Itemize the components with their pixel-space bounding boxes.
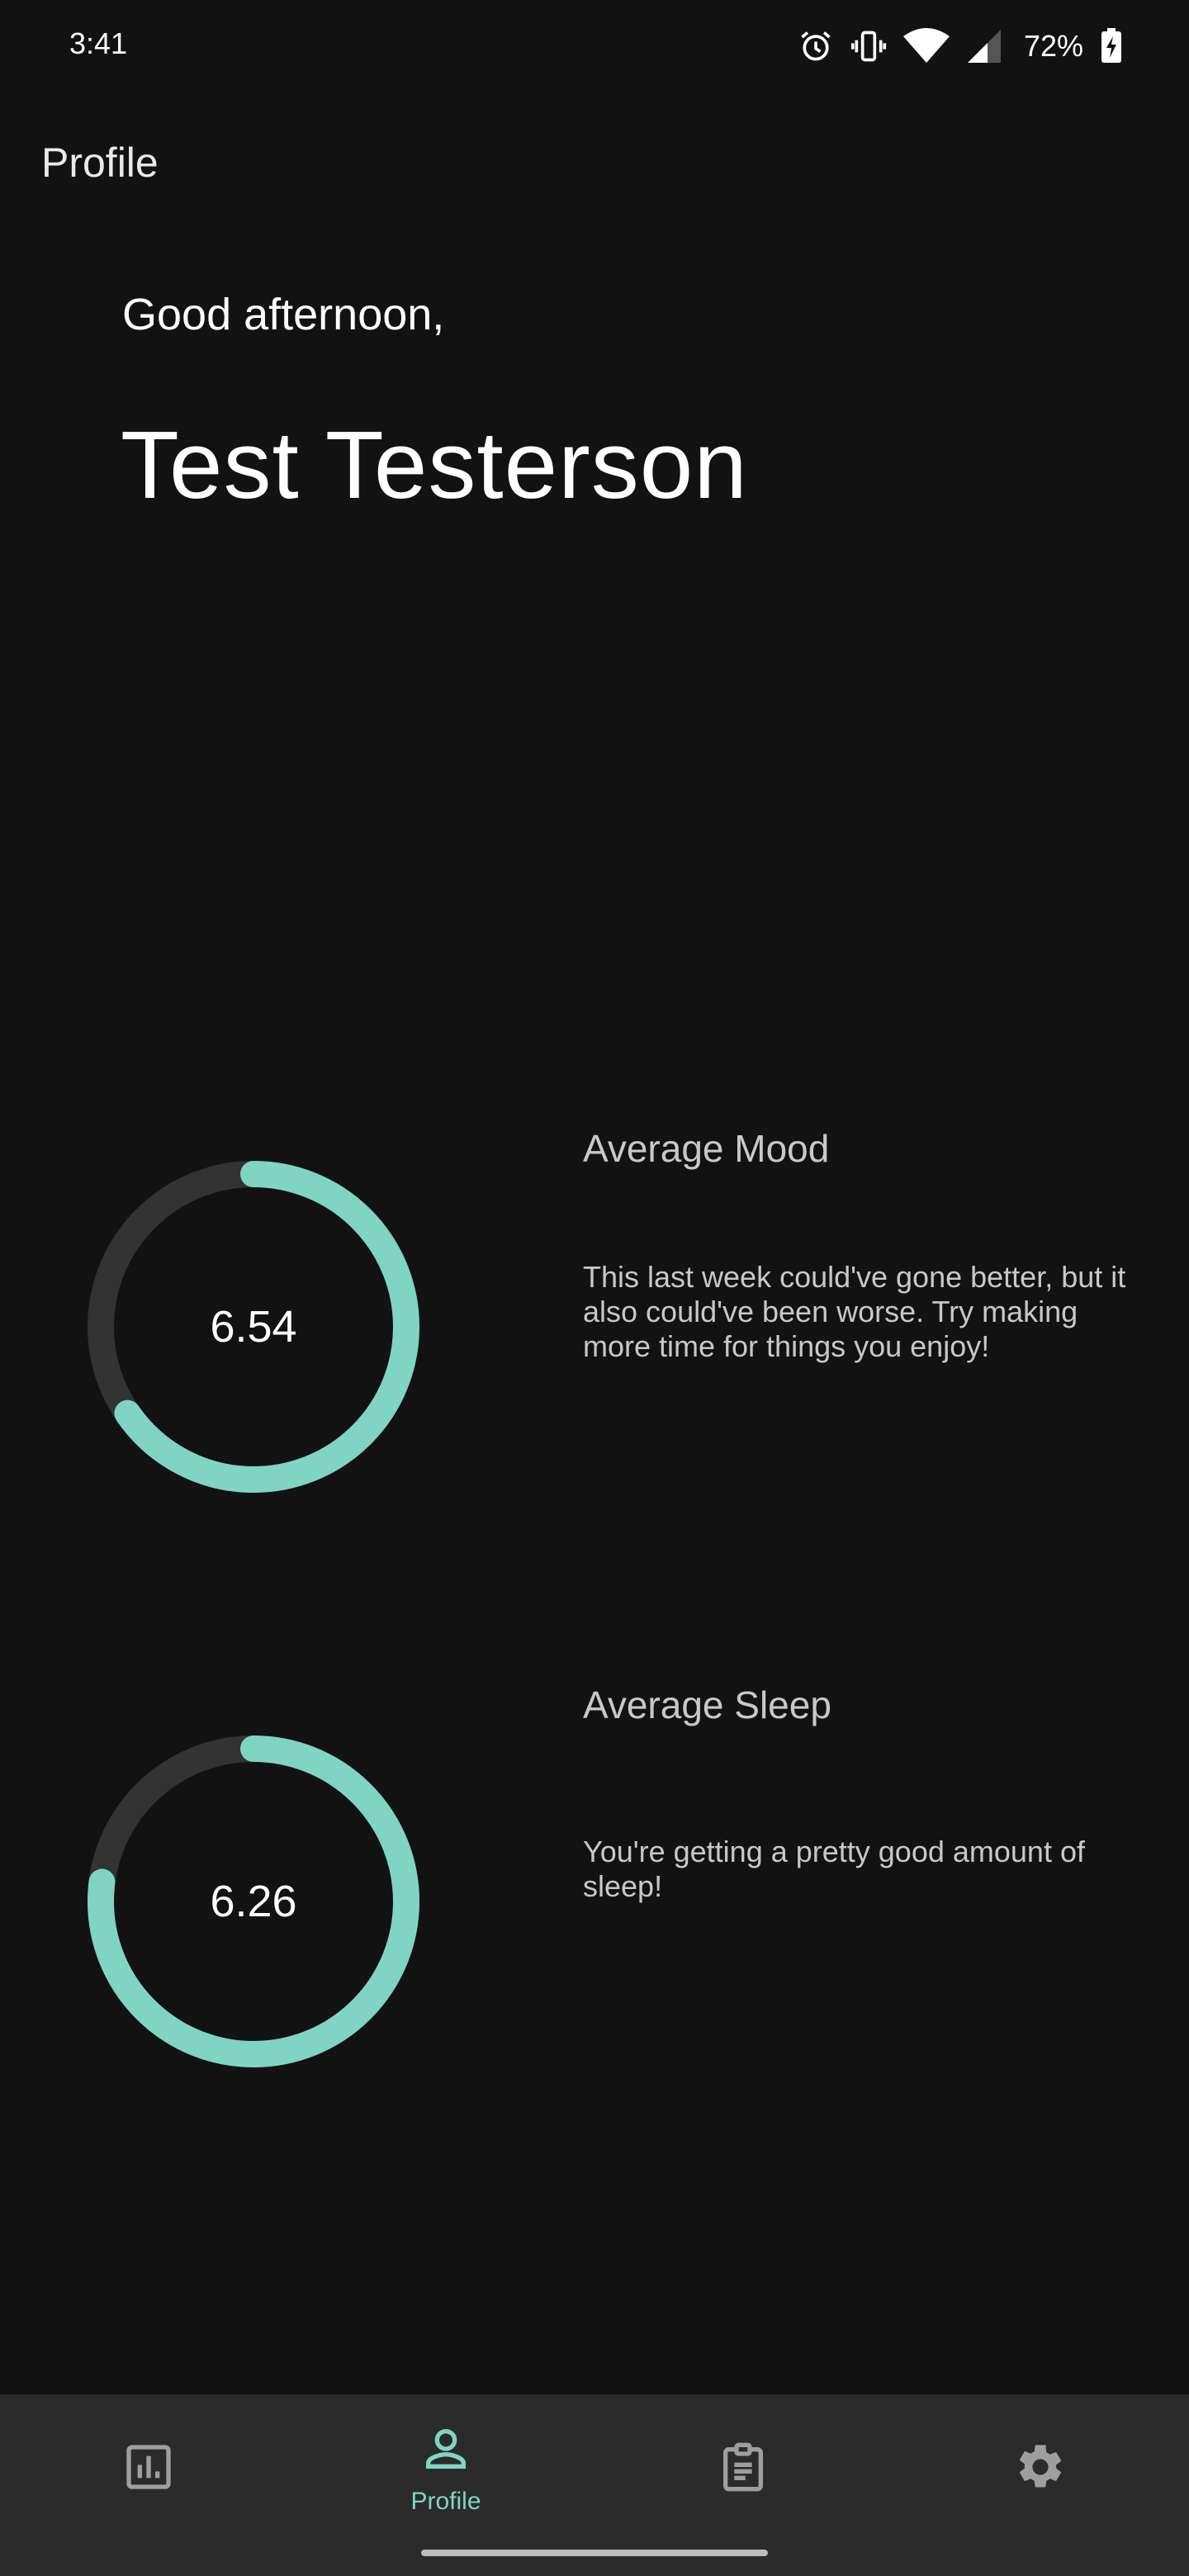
nav-label-profile: Profile (410, 2487, 481, 2515)
mood-description: This last week could've gone better, but… (583, 1260, 1126, 1363)
gear-icon (1014, 2441, 1067, 2498)
alarm-icon (798, 28, 834, 64)
bottom-navigation: Profile (0, 2394, 1189, 2576)
sleep-title: Average Sleep (583, 1683, 831, 1726)
bar-chart-icon (122, 2441, 175, 2498)
nav-item-stats[interactable] (0, 2394, 297, 2543)
sleep-description: You're getting a pretty good amount of s… (583, 1835, 1085, 1903)
vibrate-icon (850, 28, 887, 64)
mood-title: Average Mood (583, 1127, 830, 1170)
nav-item-settings[interactable] (892, 2394, 1189, 2543)
mood-value: 6.54 (210, 1302, 297, 1352)
home-indicator[interactable] (421, 2550, 768, 2556)
sleep-progress-ring: 6.26 (86, 1734, 421, 2069)
battery-charging-icon (1100, 28, 1123, 64)
greeting-text: Good afternoon, (122, 290, 445, 339)
status-time: 3:41 (69, 26, 128, 60)
mood-progress-ring: 6.54 (86, 1159, 421, 1494)
nav-item-profile[interactable]: Profile (297, 2394, 594, 2543)
battery-percent: 72% (1023, 29, 1083, 63)
clipboard-icon (717, 2441, 770, 2498)
nav-item-journal[interactable] (594, 2394, 892, 2543)
page-title: Profile (41, 140, 159, 186)
cell-signal-icon (966, 28, 1002, 64)
status-icons: 72% (798, 23, 1123, 69)
user-name: Test Testerson (121, 411, 748, 519)
sleep-value: 6.26 (210, 1877, 297, 1926)
status-bar: 3:41 72% (0, 0, 1189, 91)
wifi-icon (902, 28, 950, 64)
person-icon (419, 2422, 472, 2479)
